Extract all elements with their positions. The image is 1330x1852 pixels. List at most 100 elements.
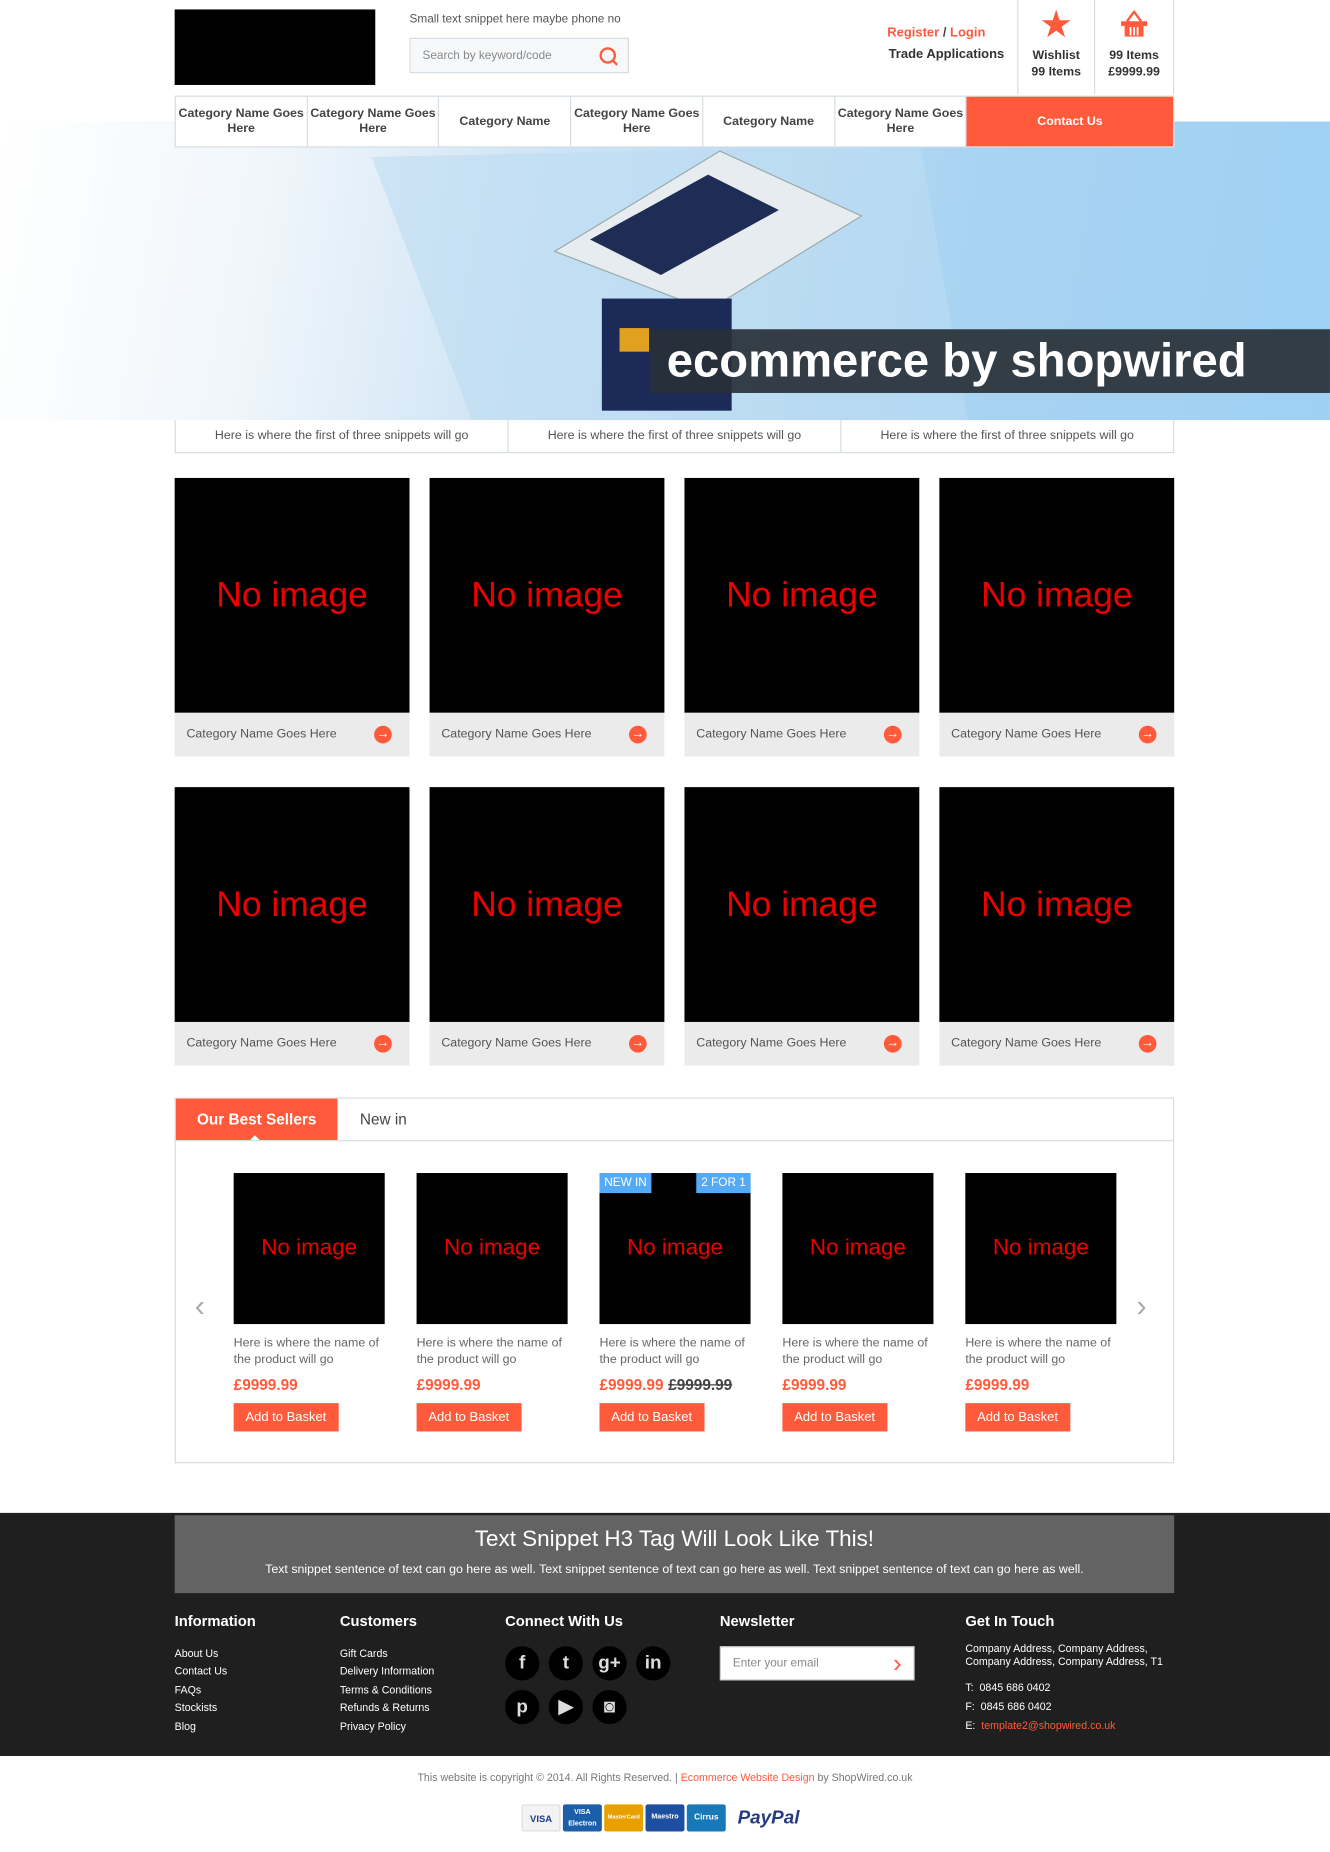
nav-item[interactable]: Category Name Goes Here bbox=[176, 96, 308, 147]
hero-banner[interactable]: ecommerce by shopwired bbox=[0, 121, 1330, 421]
footer-heading: Customers bbox=[339, 1613, 417, 1630]
email-link[interactable]: template2@shopwired.co.uk bbox=[981, 1719, 1115, 1731]
category-tile[interactable]: No image Category Name Goes Here → bbox=[939, 477, 1175, 757]
category-name: Category Name Goes Here bbox=[441, 726, 592, 742]
basket-count: 99 Items bbox=[1109, 48, 1159, 63]
category-tile[interactable]: No image Category Name Goes Here → bbox=[939, 787, 1175, 1066]
category-tile[interactable]: No image Category Name Goes Here → bbox=[429, 787, 665, 1066]
pinterest-icon[interactable]: p bbox=[505, 1689, 540, 1725]
category-name: Category Name Goes Here bbox=[951, 1036, 1102, 1051]
nav-item[interactable]: Category Name bbox=[703, 96, 836, 147]
basket-total: £9999.99 bbox=[1108, 64, 1160, 80]
footer-link[interactable]: Refunds & Returns bbox=[340, 1700, 434, 1718]
footer-link[interactable]: Privacy Policy bbox=[340, 1718, 434, 1736]
no-image-placeholder: No image bbox=[429, 787, 665, 1022]
submit-arrow-icon[interactable]: › bbox=[893, 1649, 902, 1680]
twitter-icon[interactable]: t bbox=[548, 1646, 583, 1681]
no-image-placeholder: No image bbox=[939, 477, 1175, 713]
carousel-next-icon[interactable]: › bbox=[1136, 1287, 1146, 1324]
facebook-icon[interactable]: f bbox=[505, 1646, 540, 1681]
old-price: £9999.99 bbox=[668, 1375, 733, 1394]
nav-item[interactable]: Category Name Goes Here bbox=[308, 96, 440, 147]
footer-link[interactable]: Gift Cards bbox=[340, 1645, 434, 1663]
search-placeholder: Search by keyword/code bbox=[422, 49, 552, 63]
product-image[interactable]: NEW IN 2 FOR 1 No image bbox=[599, 1173, 751, 1325]
newsletter-email-input[interactable]: Enter your email › bbox=[719, 1646, 915, 1681]
footer-link[interactable]: Blog bbox=[175, 1718, 228, 1736]
login-link[interactable]: Login bbox=[950, 26, 985, 40]
category-tile[interactable]: No image Category Name Goes Here → bbox=[174, 787, 410, 1066]
product-price: £9999.99 bbox=[782, 1375, 847, 1394]
add-to-basket-button[interactable]: Add to Basket bbox=[965, 1403, 1070, 1432]
trade-applications-link[interactable]: Trade Applications bbox=[826, 47, 1005, 61]
product-name[interactable]: Here is where the name of the product wi… bbox=[782, 1335, 933, 1368]
add-to-basket-button[interactable]: Add to Basket bbox=[599, 1403, 704, 1432]
add-to-basket-button[interactable]: Add to Basket bbox=[416, 1403, 522, 1432]
register-link[interactable]: Register bbox=[887, 26, 939, 40]
nav-contact-us[interactable]: Contact Us bbox=[966, 96, 1174, 147]
basket-button[interactable]: 99 Items £9999.99 bbox=[1093, 0, 1175, 95]
ecommerce-design-link[interactable]: Ecommerce Website Design bbox=[681, 1771, 815, 1783]
fax-label: F: bbox=[965, 1700, 975, 1713]
category-tile[interactable]: No image Category Name Goes Here → bbox=[174, 477, 410, 757]
wishlist-button[interactable]: ★ Wishlist 99 Items bbox=[1017, 0, 1094, 95]
footer-link[interactable]: Contact Us bbox=[175, 1663, 228, 1681]
footer-heading: Newsletter bbox=[719, 1613, 795, 1630]
product-name[interactable]: Here is where the name of the product wi… bbox=[417, 1335, 568, 1368]
google-plus-icon[interactable]: g+ bbox=[592, 1646, 627, 1681]
category-name: Category Name Goes Here bbox=[186, 1036, 337, 1051]
product-name[interactable]: Here is where the name of the product wi… bbox=[965, 1335, 1116, 1368]
search-icon[interactable] bbox=[597, 45, 621, 69]
product-name[interactable]: Here is where the name of the product wi… bbox=[234, 1335, 385, 1368]
footer-link[interactable]: Delivery Information bbox=[340, 1663, 434, 1681]
product-image[interactable]: No image bbox=[233, 1173, 385, 1325]
footer-link[interactable]: Stockists bbox=[175, 1700, 228, 1718]
add-to-basket-button[interactable]: Add to Basket bbox=[782, 1403, 887, 1432]
category-tile[interactable]: No image Category Name Goes Here → bbox=[684, 787, 920, 1066]
product-name[interactable]: Here is where the name of the product wi… bbox=[599, 1335, 750, 1368]
carousel-prev-icon[interactable]: ‹ bbox=[195, 1287, 205, 1324]
category-tile[interactable]: No image Category Name Goes Here → bbox=[684, 477, 920, 757]
footer-link[interactable]: FAQs bbox=[175, 1681, 228, 1699]
wishlist-count: 99 Items bbox=[1031, 64, 1081, 80]
search-input[interactable]: Search by keyword/code bbox=[409, 37, 629, 74]
arrow-right-icon[interactable]: → bbox=[883, 725, 902, 744]
product-card: No image Here is where the name of the p… bbox=[233, 1173, 385, 1432]
footer-link[interactable]: About Us bbox=[175, 1645, 228, 1663]
separator: / bbox=[942, 25, 947, 41]
arrow-right-icon[interactable]: → bbox=[883, 1034, 902, 1053]
category-tile[interactable]: No image Category Name Goes Here → bbox=[429, 477, 665, 757]
arrow-right-icon[interactable]: → bbox=[374, 725, 392, 744]
arrow-right-icon[interactable]: → bbox=[628, 1034, 647, 1053]
no-image-placeholder: No image bbox=[939, 787, 1175, 1022]
tab-new-in[interactable]: New in bbox=[338, 1099, 407, 1140]
copyright: This website is copyright © 2014. All Ri… bbox=[0, 1771, 1330, 1783]
footer-heading: Information bbox=[174, 1613, 256, 1630]
arrow-right-icon[interactable]: → bbox=[628, 725, 647, 744]
add-to-basket-button[interactable]: Add to Basket bbox=[233, 1403, 339, 1432]
main-nav: Category Name Goes Here Category Name Go… bbox=[174, 95, 1175, 148]
youtube-icon[interactable]: ▶ bbox=[548, 1689, 583, 1725]
arrow-right-icon[interactable]: → bbox=[1138, 725, 1157, 744]
footer-heading: Get In Touch bbox=[965, 1613, 1055, 1630]
instagram-icon[interactable]: ◙ bbox=[592, 1689, 627, 1725]
nav-item[interactable]: Category Name Goes Here bbox=[835, 96, 967, 147]
visa-electron-icon: VISA Electron bbox=[562, 1804, 602, 1832]
product-tabs: Our Best Sellers New in ‹ › No image Her… bbox=[174, 1097, 1175, 1464]
nav-item[interactable]: Category Name Goes Here bbox=[571, 96, 704, 147]
arrow-right-icon[interactable]: → bbox=[374, 1034, 392, 1053]
footer-link[interactable]: Terms & Conditions bbox=[340, 1681, 434, 1699]
visa-icon: VISA bbox=[521, 1804, 561, 1832]
product-image[interactable]: No image bbox=[416, 1173, 568, 1325]
nav-item[interactable]: Category Name bbox=[440, 96, 572, 147]
no-image-placeholder: No image bbox=[684, 477, 920, 713]
product-card: No image Here is where the name of the p… bbox=[416, 1173, 568, 1432]
logo[interactable] bbox=[174, 9, 376, 85]
arrow-right-icon[interactable]: → bbox=[1138, 1034, 1157, 1053]
product-image[interactable]: No image bbox=[965, 1173, 1117, 1325]
tab-best-sellers[interactable]: Our Best Sellers bbox=[175, 1098, 338, 1140]
product-image[interactable]: No image bbox=[782, 1173, 934, 1325]
product-price: £9999.99 bbox=[233, 1375, 298, 1394]
linkedin-icon[interactable]: in bbox=[636, 1646, 671, 1681]
badge-new-in: NEW IN bbox=[599, 1173, 652, 1194]
